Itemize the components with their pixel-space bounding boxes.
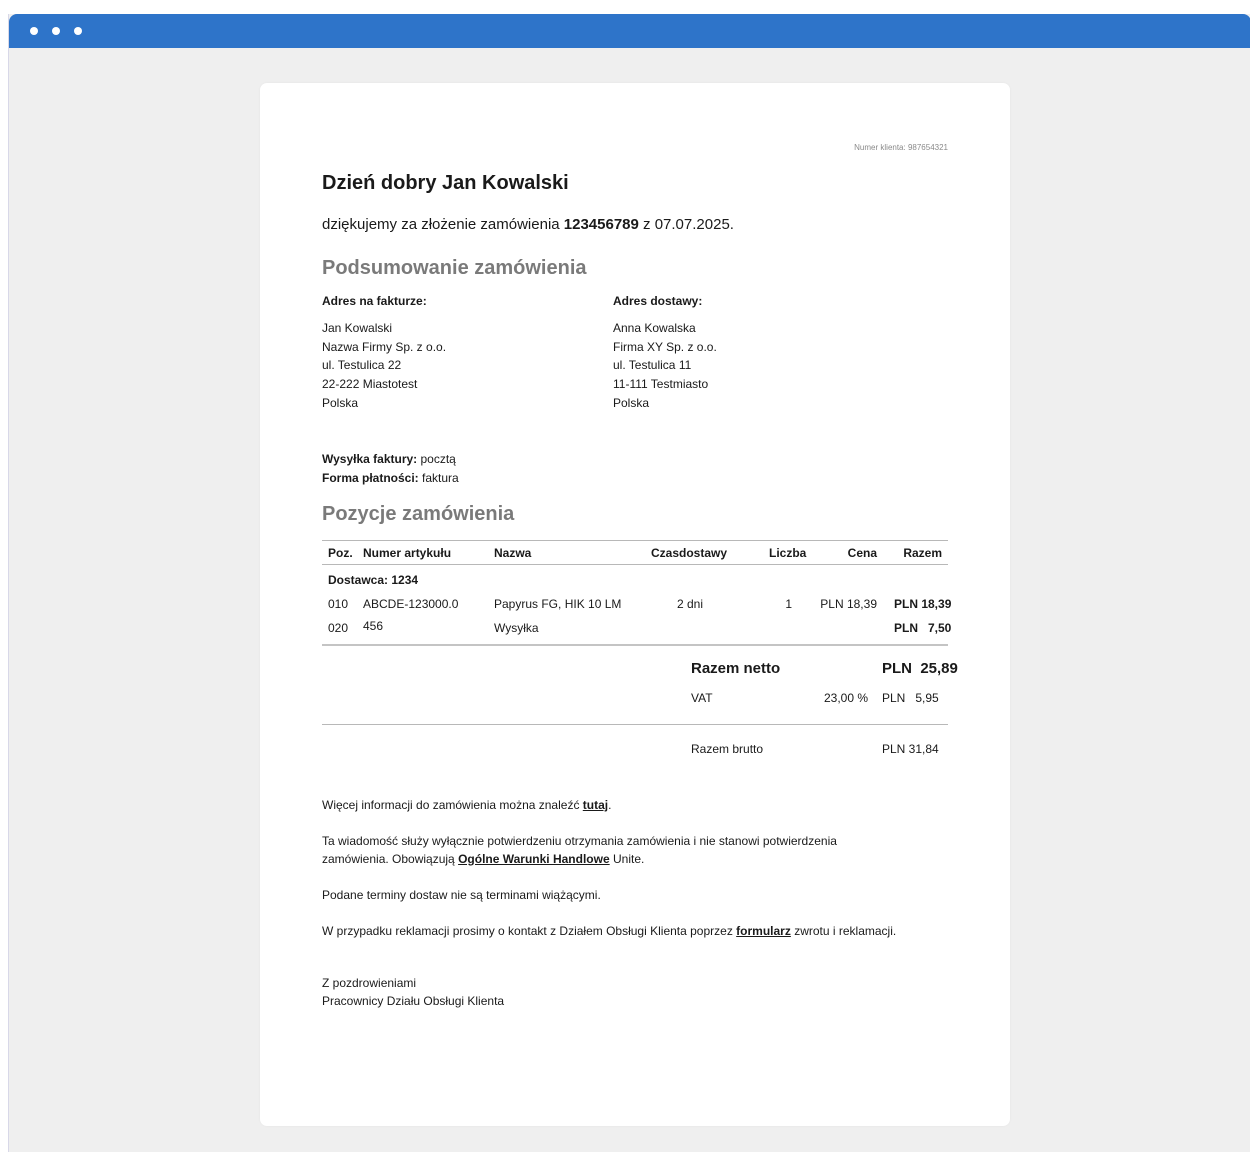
billing-line: Jan Kowalski bbox=[322, 321, 393, 335]
shipping-address: Anna Kowalska Firma XY Sp. z o.o. ul. Te… bbox=[613, 319, 717, 413]
summary-heading: Podsumowanie zamówienia bbox=[322, 257, 587, 279]
complaint-form-link[interactable]: formularz bbox=[736, 924, 791, 938]
billing-address-label: Adres na fakturze: bbox=[322, 294, 427, 308]
shipping-line: Firma XY Sp. z o.o. bbox=[613, 339, 717, 354]
terms-link[interactable]: Ogólne Warunki Handlowe bbox=[458, 852, 610, 866]
vat-label: VAT bbox=[691, 691, 713, 705]
payment-method-value: faktura bbox=[418, 471, 459, 485]
more-info-paragraph: Więcej informacji do zamówienia można zn… bbox=[322, 797, 952, 815]
col-header-qty: Liczba bbox=[769, 546, 807, 560]
thanks-line: dziękujemy za złożenie zamówienia 123456… bbox=[322, 216, 734, 233]
customer-number: Numer klienta: 987654321 bbox=[854, 143, 948, 152]
row-qty: 1 bbox=[785, 597, 792, 611]
shipping-line: Polska bbox=[613, 395, 650, 410]
col-header-total: Razem bbox=[903, 546, 942, 560]
signature-text: Pracownicy Działu Obsługi Klienta bbox=[322, 993, 505, 1008]
gross-total-value: PLN 31,84 bbox=[882, 742, 939, 756]
shipping-line: ul. Testulica 11 bbox=[613, 358, 692, 373]
greeting-heading: Dzień dobry Jan Kowalski bbox=[322, 172, 569, 194]
regards-text: Z pozdrowieniami bbox=[322, 976, 417, 990]
net-total-value: PLN 25,89 bbox=[882, 660, 958, 677]
window-titlebar bbox=[9, 14, 1250, 48]
row-article: 456 bbox=[363, 619, 384, 633]
browser-window: Numer klienta: 987654321 Dzień dobry Jan… bbox=[8, 14, 1250, 1152]
totals-divider bbox=[322, 724, 948, 725]
row-total: PLN 18,39 bbox=[894, 597, 952, 611]
complaint-suffix: zwrotu i reklamacji. bbox=[790, 924, 897, 938]
complaint-paragraph: W przypadku reklamacji prosimy o kontakt… bbox=[322, 923, 982, 941]
payment-method: Forma płatności: faktura bbox=[322, 469, 459, 488]
table-header-divider bbox=[322, 564, 948, 565]
net-total-label: Razem netto bbox=[691, 660, 781, 677]
thanks-prefix: dziękujemy za złożenie zamówienia bbox=[322, 216, 564, 233]
complaint-text: W przypadku reklamacji prosimy o kontakt… bbox=[322, 924, 737, 938]
row-pos: 020 bbox=[328, 621, 349, 635]
row-article: ABCDE-123000.0 bbox=[363, 597, 459, 611]
more-info-text: Więcej informacji do zamówienia można zn… bbox=[322, 798, 583, 812]
table-bottom-divider bbox=[322, 644, 948, 646]
shipping-line: Anna Kowalska bbox=[613, 321, 696, 335]
billing-address: Jan Kowalski Nazwa Firmy Sp. z o.o. ul. … bbox=[322, 319, 446, 413]
col-header-name: Nazwa bbox=[494, 546, 532, 560]
more-info-suffix: . bbox=[608, 798, 612, 812]
items-heading: Pozycje zamówienia bbox=[322, 503, 515, 525]
invoice-delivery-label: Wysyłka faktury: bbox=[322, 452, 418, 466]
row-total: PLN 7,50 bbox=[894, 621, 952, 635]
row-price: PLN 18,39 bbox=[820, 597, 877, 611]
col-header-article: Numer artykułu bbox=[363, 546, 452, 560]
col-header-pos: Poz. bbox=[328, 546, 353, 560]
vat-rate: 23,00 % bbox=[824, 691, 869, 705]
invoice-delivery: Wysyłka faktury: pocztą bbox=[322, 450, 459, 469]
supplier-label: Dostawca: 1234 bbox=[328, 573, 419, 587]
col-header-delivery: Czasdostawy bbox=[651, 546, 728, 560]
row-name: Wysyłka bbox=[494, 621, 539, 635]
col-header-price: Cena bbox=[847, 546, 877, 560]
window-minimize-dot[interactable] bbox=[52, 27, 60, 35]
window-close-dot[interactable] bbox=[30, 27, 38, 35]
thanks-suffix: z 07.07.2025. bbox=[638, 216, 734, 233]
billing-line: ul. Testulica 22 bbox=[322, 358, 402, 373]
row-pos: 010 bbox=[328, 597, 349, 611]
delivery-terms-paragraph: Podane terminy dostaw nie są terminami w… bbox=[322, 888, 601, 902]
payment-method-label: Forma płatności: bbox=[322, 471, 419, 485]
billing-line: 22-222 Miastotest bbox=[322, 377, 418, 392]
confirmation-paragraph: Ta wiadomość służy wyłącznie potwierdzen… bbox=[322, 833, 892, 868]
invoice-delivery-value: pocztą bbox=[417, 452, 456, 466]
table-top-divider bbox=[322, 540, 948, 541]
shipping-line: 11-111 Testmiasto bbox=[613, 377, 709, 392]
order-meta: Wysyłka faktury: pocztą Forma płatności:… bbox=[322, 450, 459, 488]
window-maximize-dot[interactable] bbox=[74, 27, 82, 35]
more-info-link[interactable]: tutaj bbox=[583, 798, 608, 812]
signature-block: Z pozdrowieniami Pracownicy Działu Obsłu… bbox=[322, 975, 952, 1010]
order-number: 123456789 bbox=[563, 216, 639, 233]
terms-suffix: Unite. bbox=[609, 851, 645, 866]
billing-line: Polska bbox=[322, 395, 359, 410]
email-document: Numer klienta: 987654321 Dzień dobry Jan… bbox=[260, 83, 1010, 1126]
gross-total-label: Razem brutto bbox=[691, 742, 764, 756]
row-name: Papyrus FG, HIK 10 LM bbox=[494, 597, 622, 611]
row-delivery: 2 dni bbox=[677, 597, 704, 611]
vat-value: PLN 5,95 bbox=[882, 691, 939, 705]
shipping-address-label: Adres dostawy: bbox=[613, 294, 703, 308]
billing-line: Nazwa Firmy Sp. z o.o. bbox=[322, 339, 447, 354]
